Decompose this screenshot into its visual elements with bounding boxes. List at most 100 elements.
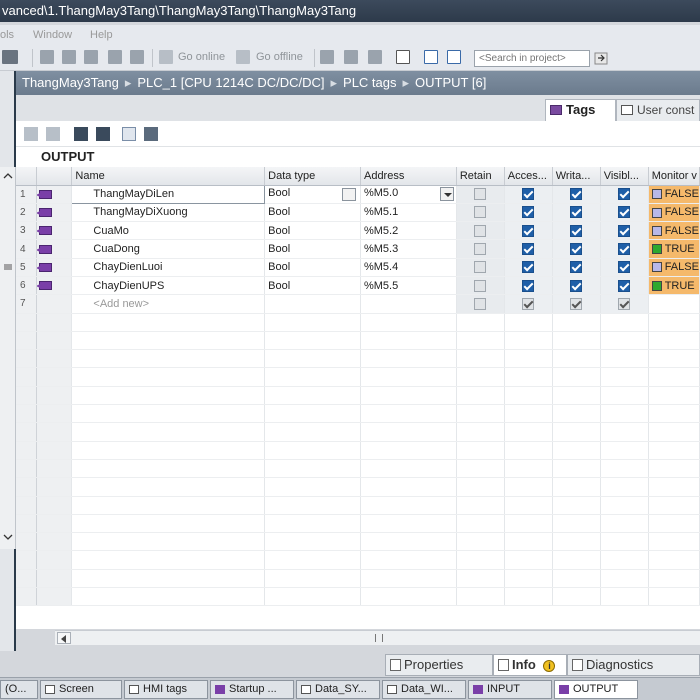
accessible-cell[interactable] — [504, 276, 553, 296]
tag-name-cell[interactable]: ChayDienUPS — [71, 276, 266, 296]
retain-cell[interactable] — [456, 203, 505, 223]
accessible-cell[interactable] — [504, 239, 553, 259]
data-type-cell[interactable]: Bool — [264, 203, 361, 223]
retain-cell[interactable] — [456, 221, 505, 241]
visible-checkbox[interactable] — [618, 206, 631, 219]
upload-icon[interactable] — [84, 50, 98, 64]
split-vertical-icon[interactable] — [447, 50, 461, 64]
add-new-row[interactable]: 7 <Add new> — [16, 294, 700, 314]
tab-user-constants[interactable]: User const — [616, 99, 700, 121]
data-type-cell[interactable]: Bool — [264, 185, 361, 204]
taskbar-item-active[interactable]: OUTPUT — [554, 680, 638, 699]
visible-checkbox[interactable] — [618, 243, 631, 256]
header-visible[interactable]: Visibl... — [600, 167, 649, 186]
tag-name-cell[interactable]: ThangMayDiLen — [71, 184, 266, 204]
search-go-icon[interactable] — [594, 50, 610, 67]
monitor-all-icon[interactable] — [122, 127, 136, 141]
visible-checkbox[interactable] — [618, 279, 631, 292]
accessible-cell[interactable] — [504, 221, 553, 241]
simulation-icon[interactable] — [108, 50, 122, 64]
retain-cell[interactable] — [456, 258, 505, 277]
split-horizontal-icon[interactable] — [424, 50, 438, 64]
writable-cell[interactable] — [552, 258, 601, 277]
retain-checkbox[interactable] — [474, 206, 487, 219]
writable-cell[interactable] — [552, 239, 601, 259]
cross-reference-icon[interactable] — [344, 50, 358, 64]
address-cell[interactable]: %M5.5 — [360, 276, 457, 296]
scroll-left-icon[interactable] — [57, 632, 71, 644]
visible-checkbox[interactable] — [618, 261, 631, 274]
breadcrumb-project[interactable]: ThangMay3Tang — [22, 75, 119, 90]
compile-icon[interactable] — [40, 50, 54, 64]
retain-checkbox[interactable] — [474, 188, 487, 201]
address-cell[interactable]: %M5.2 — [360, 221, 457, 241]
table-row[interactable]: 3 CuaMo Bool %M5.2 FALSE — [16, 221, 700, 241]
data-type-cell[interactable]: Bool — [264, 221, 361, 241]
tag-name-cell[interactable]: ThangMayDiXuong — [71, 203, 266, 223]
data-type-picker-icon[interactable] — [341, 188, 356, 202]
address-dropdown-icon[interactable] — [439, 187, 454, 202]
address-cell[interactable]: %M5.3 — [360, 239, 457, 259]
add-new-cell[interactable]: <Add new> — [71, 294, 266, 314]
taskbar-item[interactable]: Screen — [40, 680, 122, 699]
accessible-checkbox[interactable] — [522, 261, 535, 274]
accessible-cell[interactable] — [504, 203, 553, 223]
monitor-icon[interactable] — [130, 50, 144, 64]
address-cell[interactable]: %M5.4 — [360, 258, 457, 277]
undo-icon[interactable] — [2, 50, 18, 64]
header-name[interactable]: Name — [71, 167, 266, 186]
writable-cell[interactable] — [552, 276, 601, 296]
visible-cell[interactable] — [600, 239, 649, 259]
tab-diagnostics[interactable]: Diagnostics — [567, 654, 700, 676]
writable-checkbox[interactable] — [570, 206, 583, 219]
retain-checkbox[interactable] — [474, 261, 487, 274]
scroll-up-icon[interactable] — [1, 169, 15, 183]
writable-cell[interactable] — [552, 185, 601, 204]
tag-name-cell[interactable]: ChayDienLuoi — [71, 258, 266, 277]
writable-checkbox[interactable] — [570, 261, 583, 274]
accessible-cell[interactable] — [504, 185, 553, 204]
menu-item-help[interactable]: Help — [90, 25, 113, 45]
tab-properties[interactable]: Properties — [385, 654, 493, 676]
visible-cell[interactable] — [600, 203, 649, 223]
tag-name-cell[interactable]: CuaMo — [71, 221, 266, 241]
breadcrumb-output[interactable]: OUTPUT [6] — [415, 75, 486, 90]
visible-checkbox[interactable] — [618, 224, 631, 237]
close-icon[interactable] — [396, 50, 410, 64]
breadcrumb-plc-tags[interactable]: PLC tags — [343, 75, 396, 90]
writable-checkbox[interactable] — [570, 224, 583, 237]
accessible-checkbox[interactable] — [522, 206, 535, 219]
table-row[interactable]: 6 ChayDienUPS Bool %M5.5 TRUE — [16, 276, 700, 296]
left-scrollbar[interactable] — [0, 167, 16, 549]
writable-checkbox[interactable] — [570, 279, 583, 292]
header-address[interactable]: Address — [360, 167, 457, 186]
go-offline-icon[interactable] — [236, 50, 250, 64]
split-editor-icon[interactable] — [368, 50, 382, 64]
table-row[interactable]: 5 ChayDienLuoi Bool %M5.4 FALSE — [16, 258, 700, 277]
address-cell[interactable]: %M5.1 — [360, 203, 457, 223]
tab-info[interactable]: Info i — [493, 654, 567, 676]
grip-icon[interactable] — [1, 260, 15, 274]
address-cell[interactable]: %M5.0 — [360, 185, 457, 204]
overview-icon[interactable] — [144, 127, 158, 141]
header-retain[interactable]: Retain — [456, 167, 505, 186]
writable-checkbox[interactable] — [570, 243, 583, 256]
visible-cell[interactable] — [600, 258, 649, 277]
horizontal-scrollbar[interactable] — [55, 630, 700, 645]
visible-checkbox[interactable] — [618, 188, 631, 201]
menu-item-window[interactable]: Window — [33, 25, 72, 45]
scroll-grip-icon[interactable] — [375, 634, 383, 642]
visible-cell[interactable] — [600, 276, 649, 296]
accessible-checkbox[interactable] — [522, 224, 535, 237]
writable-cell[interactable] — [552, 203, 601, 223]
retain-checkbox[interactable] — [474, 224, 487, 237]
export-icon[interactable] — [74, 127, 88, 141]
retain-checkbox[interactable] — [474, 279, 487, 292]
tag-name-cell[interactable]: CuaDong — [71, 239, 266, 259]
taskbar-item[interactable]: Startup ... — [210, 680, 294, 699]
visible-cell[interactable] — [600, 185, 649, 204]
taskbar-item[interactable]: Data_SY... — [296, 680, 380, 699]
table-row[interactable]: 2 ThangMayDiXuong Bool %M5.1 FALSE — [16, 203, 700, 223]
go-online-button[interactable]: Go online — [178, 51, 225, 63]
taskbar-item[interactable]: INPUT — [468, 680, 552, 699]
